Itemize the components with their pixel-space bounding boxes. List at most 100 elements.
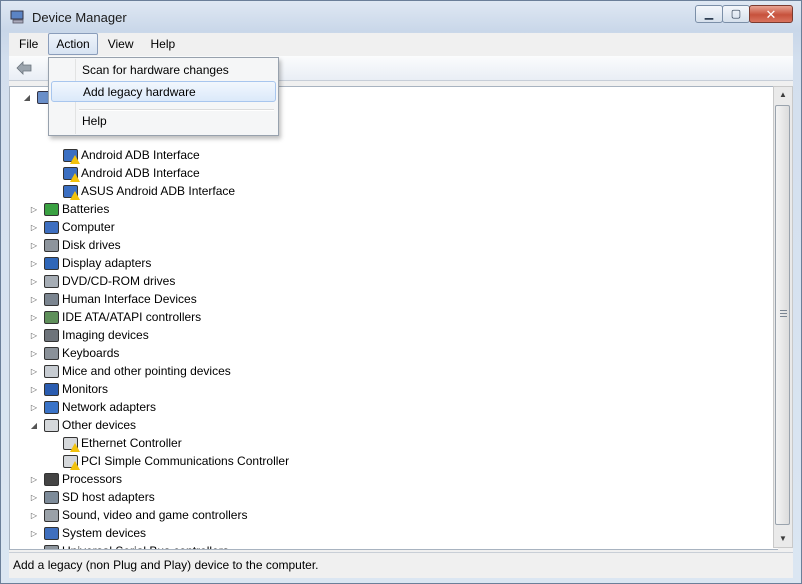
tree-row[interactable]: Android ADB Interface — [62, 146, 200, 164]
mouse-icon — [43, 363, 59, 379]
sd-adapter-icon — [43, 489, 59, 505]
device-manager-window: Device Manager ▁ ▢ ✕ File Action View He… — [0, 0, 802, 584]
tree-row[interactable]: ▷ Computer — [29, 218, 115, 236]
tree-row[interactable]: ASUS Android ADB Interface — [62, 182, 235, 200]
tree-row[interactable]: ▷ SD host adapters — [29, 488, 155, 506]
tree-row[interactable]: ▷ System devices — [29, 524, 146, 542]
menu-bar: File Action View Help — [9, 33, 793, 55]
tree-row[interactable]: ▷ DVD/CD-ROM drives — [29, 272, 175, 290]
tree-row-label: Imaging devices — [62, 328, 149, 342]
camera-icon — [43, 327, 59, 343]
menu-action[interactable]: Action — [48, 33, 98, 55]
status-text: Add a legacy (non Plug and Play) device … — [13, 558, 319, 572]
menu-help[interactable]: Help — [144, 34, 183, 54]
device-tree[interactable]: ◢ Android ADB Interface Android ADB Inter… — [9, 86, 778, 550]
warning-icon — [70, 191, 80, 200]
tree-row[interactable]: ▷ Display adapters — [29, 254, 151, 272]
tree-row-label: Batteries — [62, 202, 110, 216]
tree-row[interactable]: ▷ IDE ATA/ATAPI controllers — [29, 308, 201, 326]
tree-row-label: Monitors — [62, 382, 109, 396]
expand-arrow-icon[interactable]: ▷ — [29, 241, 39, 250]
expand-arrow-icon[interactable]: ▷ — [29, 547, 39, 550]
expand-arrow-icon[interactable]: ▷ — [29, 475, 39, 484]
tree-row-label: Android ADB Interface — [81, 148, 200, 162]
vertical-scrollbar[interactable]: ▲ ▼ — [773, 86, 793, 548]
expand-arrow-icon[interactable]: ▷ — [29, 529, 39, 538]
menu-view[interactable]: View — [101, 34, 141, 54]
window-title: Device Manager — [32, 10, 127, 25]
tree-row[interactable]: ▷ Processors — [29, 470, 122, 488]
expand-arrow-icon[interactable]: ▷ — [29, 493, 39, 502]
expand-arrow-icon[interactable]: ▷ — [29, 403, 39, 412]
unknown-device-warning-icon — [62, 453, 80, 470]
expand-arrow-icon[interactable]: ▷ — [29, 385, 39, 394]
tree-row[interactable]: ▷ Monitors — [29, 380, 108, 398]
expand-arrow-icon[interactable]: ▷ — [29, 205, 39, 214]
warning-icon — [70, 443, 80, 452]
expand-arrow-icon[interactable]: ▷ — [29, 295, 39, 304]
tree-row[interactable]: ▷ Keyboards — [29, 344, 119, 362]
tree-row-label: Human Interface Devices — [62, 292, 197, 306]
expand-arrow-icon[interactable]: ▷ — [29, 313, 39, 322]
tree-row[interactable]: PCI Simple Communications Controller — [62, 452, 289, 470]
tree-row-label: System devices — [62, 526, 147, 540]
expand-arrow-icon[interactable]: ▷ — [29, 367, 39, 376]
tree-row-label: PCI Simple Communications Controller — [81, 454, 290, 468]
menu-file[interactable]: File — [12, 34, 45, 54]
expand-arrow-icon[interactable]: ▷ — [29, 259, 39, 268]
title-bar[interactable]: Device Manager ▁ ▢ ✕ — [1, 1, 801, 33]
tree-row-label: Disk drives — [62, 238, 121, 252]
unknown-device-icon — [43, 417, 59, 433]
expand-arrow-icon[interactable]: ▷ — [29, 277, 39, 286]
maximize-icon: ▢ — [730, 7, 742, 20]
tree-row[interactable]: ▷ Universal Serial Bus controllers — [29, 542, 229, 550]
tree-row[interactable]: ▷ Imaging devices — [29, 326, 149, 344]
tree-row-label: Computer — [62, 220, 115, 234]
tree-row-label: Keyboards — [62, 346, 120, 360]
scroll-thumb[interactable] — [775, 105, 790, 525]
scroll-up-arrow-icon[interactable]: ▲ — [774, 87, 792, 103]
tree-row[interactable]: ▷ Batteries — [29, 200, 109, 218]
close-button[interactable]: ✕ — [749, 5, 793, 23]
tree-row-label: SD host adapters — [62, 490, 155, 504]
warning-icon — [70, 461, 80, 470]
maximize-button[interactable]: ▢ — [722, 5, 750, 23]
tree-row-label: Ethernet Controller — [81, 436, 182, 450]
expand-arrow-icon[interactable]: ▷ — [29, 223, 39, 232]
warning-icon — [70, 173, 80, 182]
android-device-warning-icon — [62, 147, 80, 164]
tree-row[interactable]: ▷ Sound, video and game controllers — [29, 506, 247, 524]
back-arrow-icon[interactable] — [16, 61, 32, 75]
tree-row[interactable]: ▷ Disk drives — [29, 236, 121, 254]
device-manager-icon — [10, 10, 24, 24]
scroll-down-arrow-icon[interactable]: ▼ — [774, 531, 792, 547]
menu-item-help[interactable]: Help — [51, 111, 276, 132]
disk-drive-icon — [43, 237, 59, 253]
tree-row[interactable]: Android ADB Interface — [62, 164, 200, 182]
tree-row-label: Sound, video and game controllers — [62, 508, 248, 522]
tree-row-label: IDE ATA/ATAPI controllers — [62, 310, 202, 324]
caption-buttons: ▁ ▢ ✕ — [695, 5, 793, 23]
tree-row[interactable]: ▷ Human Interface Devices — [29, 290, 197, 308]
network-adapter-icon — [43, 399, 59, 415]
minimize-button[interactable]: ▁ — [695, 5, 723, 23]
tree-row[interactable]: ▷ Mice and other pointing devices — [29, 362, 231, 380]
tree-row[interactable]: ▷ Network adapters — [29, 398, 156, 416]
collapse-arrow-icon[interactable]: ◢ — [29, 421, 39, 430]
scroll-grip-icon — [780, 310, 787, 318]
menu-item-scan-hardware[interactable]: Scan for hardware changes — [51, 60, 276, 81]
collapse-arrow-icon[interactable]: ◢ — [22, 93, 32, 102]
expand-arrow-icon[interactable]: ▷ — [29, 331, 39, 340]
tree-row[interactable]: ◢ Other devices — [29, 416, 136, 434]
menu-item-add-legacy-hardware[interactable]: Add legacy hardware — [51, 81, 276, 102]
android-device-warning-icon — [62, 165, 80, 182]
minimize-icon: ▁ — [704, 7, 714, 20]
tree-row-label: Android ADB Interface — [81, 166, 200, 180]
tree-row-label: Universal Serial Bus controllers — [62, 544, 229, 549]
tree-row-label: Mice and other pointing devices — [62, 364, 231, 378]
expand-arrow-icon[interactable]: ▷ — [29, 349, 39, 358]
tree-row[interactable]: Ethernet Controller — [62, 434, 182, 452]
action-menu-dropdown: Scan for hardware changes Add legacy har… — [48, 57, 279, 136]
expand-arrow-icon[interactable]: ▷ — [29, 511, 39, 520]
tree-row-label: ASUS Android ADB Interface — [81, 184, 236, 198]
